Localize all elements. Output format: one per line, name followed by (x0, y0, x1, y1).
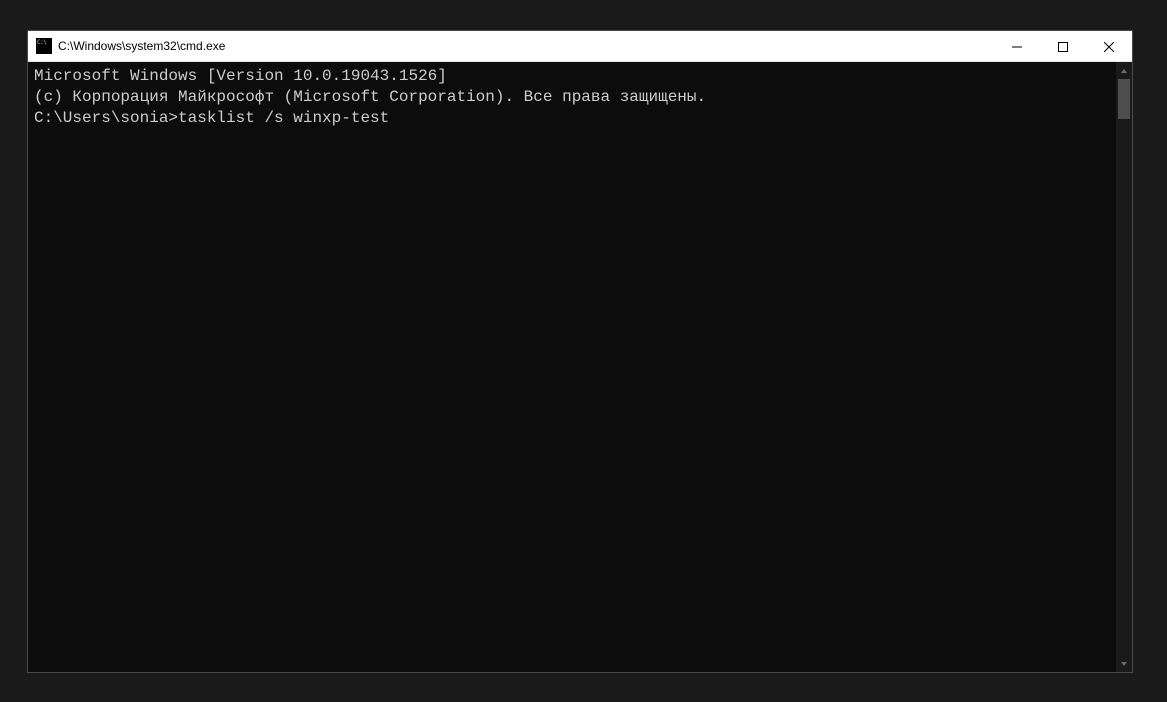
close-icon (1104, 42, 1114, 52)
scrollbar-up-arrow[interactable] (1116, 62, 1132, 79)
window-controls (994, 31, 1132, 61)
terminal-prompt-line: C:\Users\sonia>tasklist /s winxp-test (34, 108, 1110, 129)
close-button[interactable] (1086, 31, 1132, 62)
minimize-icon (1012, 42, 1022, 52)
window-title: C:\Windows\system32\cmd.exe (58, 39, 994, 53)
titlebar[interactable]: C:\Windows\system32\cmd.exe (28, 31, 1132, 62)
scrollbar-thumb[interactable] (1118, 79, 1130, 119)
maximize-icon (1058, 42, 1068, 52)
terminal-line: Microsoft Windows [Version 10.0.19043.15… (34, 66, 1110, 87)
cmd-window: C:\Windows\system32\cmd.exe Microsoft Wi (27, 30, 1133, 673)
terminal-area: Microsoft Windows [Version 10.0.19043.15… (28, 62, 1132, 672)
cmd-icon (36, 38, 52, 54)
minimize-button[interactable] (994, 31, 1040, 62)
scrollbar-down-arrow[interactable] (1116, 655, 1132, 672)
vertical-scrollbar[interactable] (1116, 62, 1132, 672)
terminal-output[interactable]: Microsoft Windows [Version 10.0.19043.15… (28, 62, 1116, 672)
maximize-button[interactable] (1040, 31, 1086, 62)
terminal-line: (c) Корпорация Майкрософт (Microsoft Cor… (34, 87, 1110, 108)
